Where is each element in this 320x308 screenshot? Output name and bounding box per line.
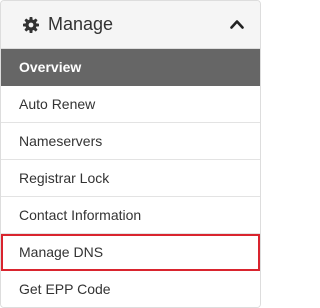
menu-item-label: Registrar Lock [19,170,110,186]
menu-item-contact-information[interactable]: Contact Information [1,197,260,234]
manage-panel: Manage Overview Auto Renew Nameservers R… [0,0,261,308]
panel-heading[interactable]: Manage [1,1,260,49]
menu-item-auto-renew[interactable]: Auto Renew [1,86,260,123]
manage-menu: Overview Auto Renew Nameservers Registra… [1,49,260,307]
collapse-toggle-button[interactable] [226,14,248,36]
chevron-up-icon [230,16,244,34]
menu-item-get-epp-code[interactable]: Get EPP Code [1,271,260,307]
panel-title-group: Manage [23,14,226,35]
menu-item-label: Auto Renew [19,96,96,112]
panel-title: Manage [48,14,114,34]
menu-item-label: Get EPP Code [19,281,111,297]
menu-item-label: Manage DNS [19,244,104,260]
menu-item-nameservers[interactable]: Nameservers [1,123,260,160]
menu-item-label: Contact Information [19,207,142,223]
menu-item-manage-dns[interactable]: Manage DNS [1,234,260,271]
menu-item-label: Nameservers [19,133,103,149]
menu-item-label: Overview [19,59,82,75]
gear-icon [23,16,39,33]
menu-item-registrar-lock[interactable]: Registrar Lock [1,160,260,197]
menu-item-overview[interactable]: Overview [1,49,260,86]
